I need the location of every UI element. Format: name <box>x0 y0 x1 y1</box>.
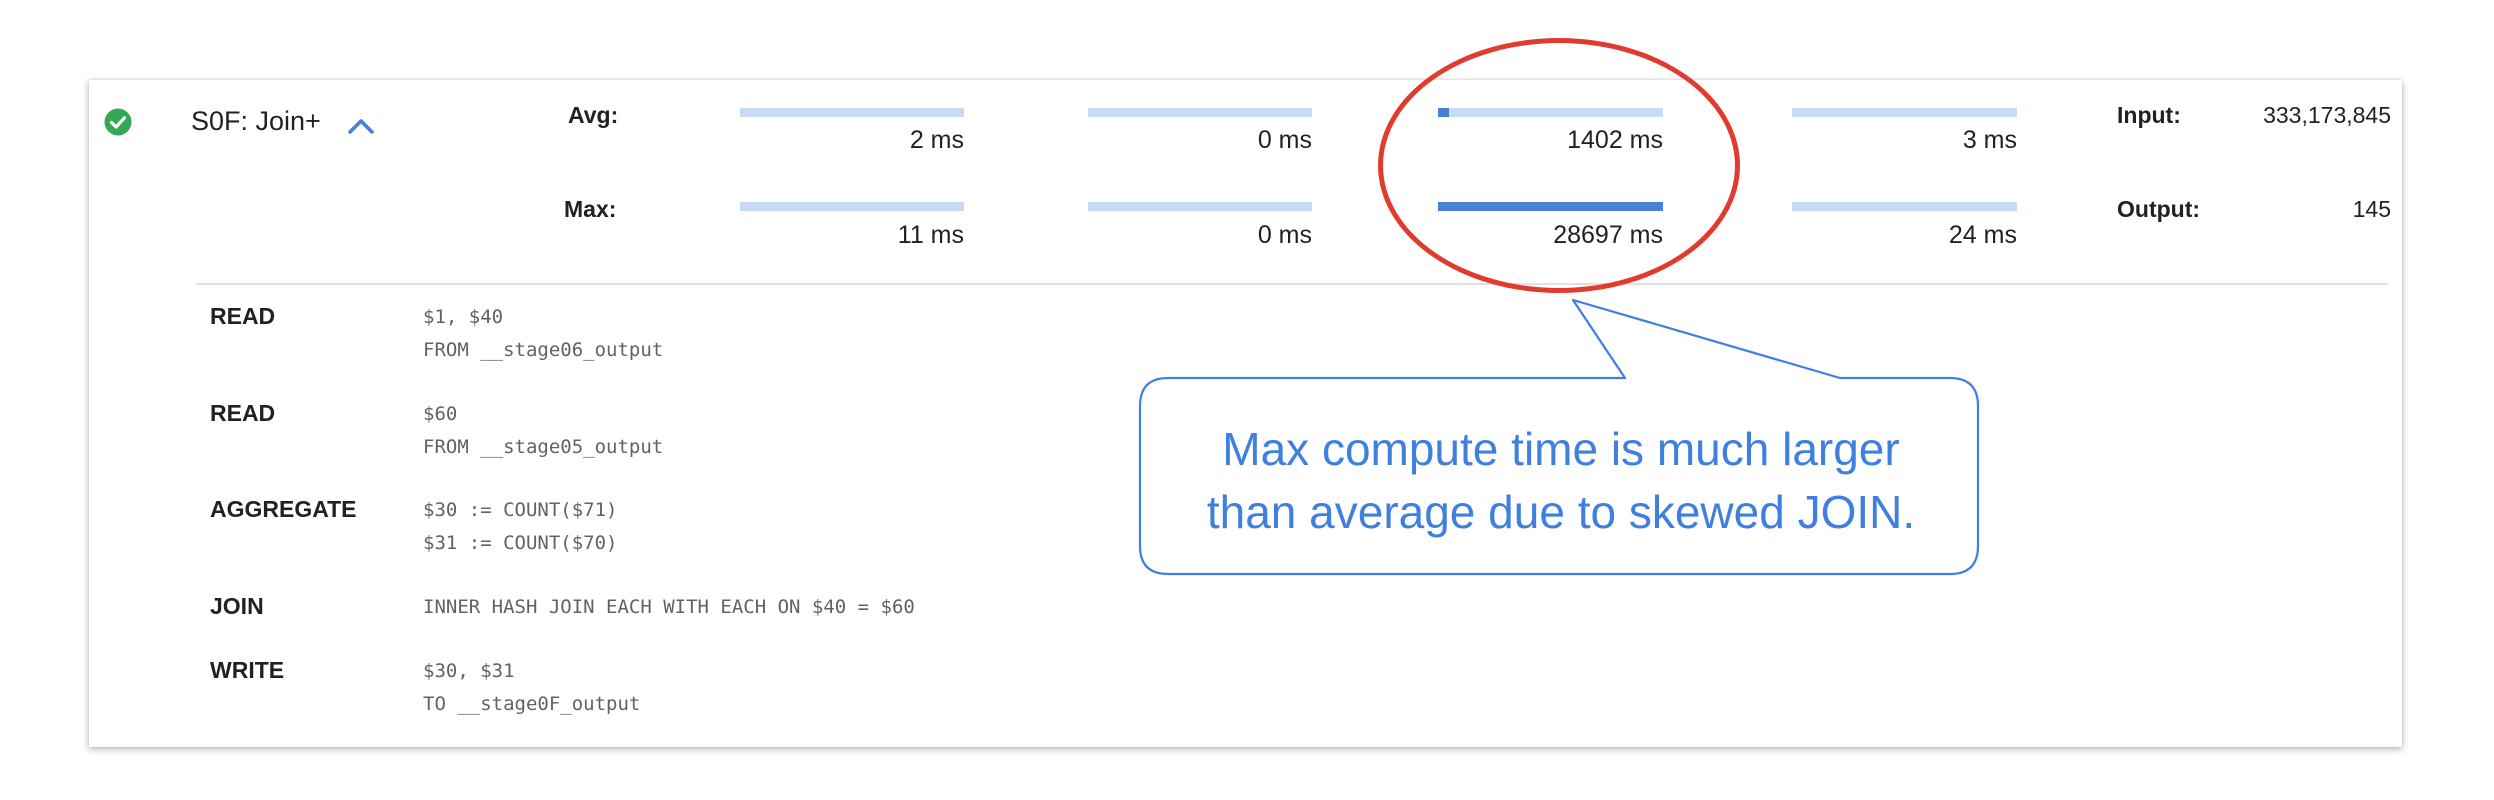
callout-bubble <box>1138 298 1980 576</box>
callout-line-1: Max compute time is much larger <box>1222 423 1900 475</box>
callout-line-2: than average due to skewed JOIN. <box>1206 486 1916 538</box>
callout-text: Max compute time is much larger than ave… <box>1142 418 1980 544</box>
